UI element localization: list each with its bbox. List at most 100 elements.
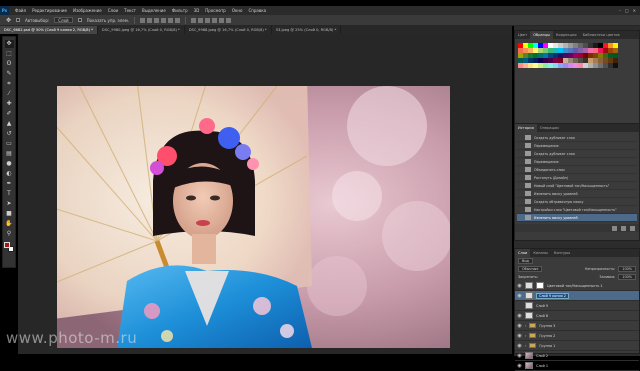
eraser-tool-icon[interactable]: ▭ [5,140,14,148]
tab-adjustments[interactable]: Коррекция [553,31,580,39]
layer-row[interactable]: ◉ Слой 1 [515,361,639,371]
color-swatch[interactable] [613,63,618,68]
snapshot-icon[interactable] [621,225,626,231]
layer-name-input[interactable]: Слой 9 копия 2 [536,292,569,299]
align-right-icon[interactable] [175,17,181,23]
menu-3d[interactable]: 3D [191,8,203,13]
history-item[interactable]: Растянуть (Дизайн) [517,174,637,182]
auto-select-checkbox[interactable] [16,18,21,22]
history-item[interactable]: Создать обтравочную маску [517,198,637,206]
menu-edit[interactable]: Редактирование [29,8,70,13]
blur-tool-icon[interactable]: ● [5,160,14,168]
eye-icon[interactable]: ◉ [517,283,522,289]
layer-row[interactable]: ◉ Слой 8 [515,311,639,321]
distribute-center-icon[interactable] [219,17,225,23]
align-middle-icon[interactable] [147,17,153,23]
layer-row[interactable]: ◉ › Группа 1 [515,341,639,351]
menu-file[interactable]: Файл [12,8,29,13]
doc-tab[interactable]: 53.jpeg @ 25% (Слой 0, RGB/8) * [272,26,342,34]
eye-icon[interactable]: ◉ [517,363,522,369]
menu-layers[interactable]: Слои [105,8,121,13]
chevron-right-icon[interactable]: › [525,334,526,338]
history-item[interactable]: Настройки слоя "Цветовой тон/Насыщенност… [517,206,637,214]
healing-tool-icon[interactable]: ✚ [5,100,14,108]
tab-paths[interactable]: Контуры [551,249,573,257]
menu-help[interactable]: Справка [245,8,269,13]
doc-tab[interactable]: DSC_9980.jpeg @ 16,7% (Слой 0, RGB/8) * [98,26,185,34]
distribute-left-icon[interactable] [212,17,218,23]
history-item[interactable]: Создать дубликат слоя [517,150,637,158]
layer-row[interactable]: ◉ Цветовой тон/Насыщенность 1 [515,281,639,291]
layer-kind-filter[interactable]: Вид [518,258,533,264]
quick-select-tool-icon[interactable]: ✎ [5,70,14,78]
eyedropper-tool-icon[interactable]: ⁄ [5,90,14,98]
blend-mode-dropdown[interactable]: Обычные [518,266,543,272]
canvas-area[interactable] [18,34,512,354]
tab-layers[interactable]: Слои [515,249,531,257]
fill-field[interactable]: 100% [618,274,636,280]
eye-icon[interactable]: ◉ [517,353,522,359]
close-button[interactable]: ✕ [633,8,636,13]
history-item[interactable]: Изменить маску уровней [517,190,637,198]
maximize-button[interactable]: □ [625,8,629,13]
foreground-color-swatch[interactable] [4,242,10,248]
menu-image[interactable]: Изображение [70,8,105,13]
align-center-icon[interactable] [168,17,174,23]
doc-tab-active[interactable]: DSC_6682.psd @ 50% (Слой 9 копия 2, RGB/… [0,26,98,34]
eye-icon[interactable]: ◉ [517,293,522,299]
history-item[interactable]: Создать дубликат слоя [517,134,637,142]
layer-row-selected[interactable]: ◉ Слой 9 копия 2 [515,291,639,301]
history-item[interactable]: Перемещение [517,158,637,166]
align-left-icon[interactable] [161,17,167,23]
show-controls-checkbox[interactable] [77,18,82,22]
pen-tool-icon[interactable]: ✒ [5,180,14,188]
distribute-bottom-icon[interactable] [205,17,211,23]
menu-filter[interactable]: Фильтр [169,8,191,13]
eye-icon[interactable]: ◉ [517,333,522,339]
tab-color[interactable]: Цвет [515,31,530,39]
align-top-icon[interactable] [140,17,146,23]
tab-channels[interactable]: Каналы [530,249,550,257]
doc-tab[interactable]: DSC_9988.jpeg @ 16,7% (Слой 0, RGB/8) * [185,26,272,34]
lasso-tool-icon[interactable]: ʘ [5,60,14,68]
text-tool-icon[interactable]: T [5,190,14,198]
history-item[interactable]: Перемещение [517,142,637,150]
new-document-icon[interactable] [612,225,617,231]
gradient-tool-icon[interactable]: ▤ [5,150,14,158]
history-brush-tool-icon[interactable]: ↺ [5,130,14,138]
distribute-right-icon[interactable] [226,17,232,23]
distribute-middle-icon[interactable] [198,17,204,23]
eye-icon[interactable]: ◉ [517,323,522,329]
shape-tool-icon[interactable]: ■ [5,210,14,218]
zoom-tool-icon[interactable]: ⚲ [5,230,14,238]
menu-view[interactable]: Просмотр [202,8,229,13]
align-bottom-icon[interactable] [154,17,160,23]
history-item-selected[interactable]: Изменить маску уровней [517,214,637,222]
layer-row[interactable]: ◉ › Группа 3 [515,321,639,331]
chevron-right-icon[interactable]: › [525,324,526,328]
trash-icon[interactable] [630,225,635,231]
menu-window[interactable]: Окно [229,8,246,13]
tab-actions[interactable]: Операции [537,124,562,132]
minimize-button[interactable]: – [619,8,621,13]
marquee-tool-icon[interactable]: ⬚ [5,50,14,58]
hand-tool-icon[interactable]: ✋ [5,220,14,228]
eye-icon[interactable]: ◉ [517,313,522,319]
eye-icon[interactable]: ◉ [517,343,522,349]
menu-select[interactable]: Выделение [139,8,169,13]
history-item[interactable]: Объединить слои [517,166,637,174]
tab-color-libraries[interactable]: Библиотеки цветов [580,31,623,39]
brush-tool-icon[interactable]: ✐ [5,110,14,118]
chevron-right-icon[interactable]: › [525,344,526,348]
color-swatches[interactable] [4,242,14,252]
document-canvas[interactable] [57,86,450,348]
stamp-tool-icon[interactable]: ▲ [5,120,14,128]
layer-row[interactable]: ◉ › Группа 2 [515,331,639,341]
layer-row[interactable]: Слой 9 [515,301,639,311]
distribute-top-icon[interactable] [191,17,197,23]
opacity-field[interactable]: 100% [618,266,636,272]
tab-swatches[interactable]: Образцы [530,31,553,39]
move-tool-icon[interactable]: ✥ [4,40,14,48]
dodge-tool-icon[interactable]: ◐ [5,170,14,178]
path-select-tool-icon[interactable]: ➤ [5,200,14,208]
